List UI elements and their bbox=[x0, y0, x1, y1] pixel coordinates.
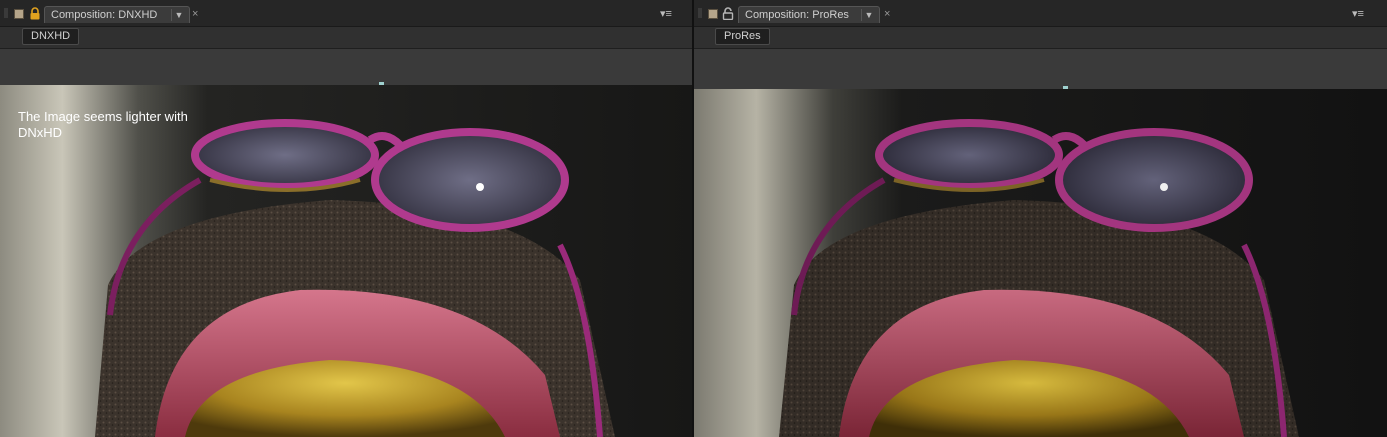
label-color-swatch[interactable] bbox=[14, 9, 24, 19]
panel-tab-bar: Composition: DNXHD ▼ × ▾≡ bbox=[0, 0, 692, 27]
comp-navigator-bar: ProRes bbox=[694, 27, 1387, 49]
close-icon[interactable]: × bbox=[884, 8, 890, 20]
comp-navigator-bar: DNXHD bbox=[0, 27, 692, 49]
composition-panel-dnxhd: Composition: DNXHD ▼ × ▾≡ DNXHD The Imag… bbox=[0, 0, 692, 437]
panel-tab-bar: Composition: ProRes ▼ × ▾≡ bbox=[694, 0, 1387, 27]
label-color-swatch[interactable] bbox=[708, 9, 718, 19]
unlock-icon[interactable] bbox=[722, 7, 734, 20]
panel-grip-icon[interactable] bbox=[698, 8, 702, 18]
comp-navigator-button[interactable]: ProRes bbox=[715, 28, 770, 45]
pasteboard bbox=[0, 49, 692, 87]
tab-dropdown-icon[interactable]: ▼ bbox=[171, 9, 186, 21]
frame-image bbox=[694, 89, 1387, 437]
panel-menu-icon[interactable]: ▾≡ bbox=[660, 9, 672, 20]
panel-menu-icon[interactable]: ▾≡ bbox=[1352, 9, 1364, 20]
tab-label: Composition: ProRes bbox=[745, 9, 849, 21]
annotation-text: The Image seems lighter with DNxHD bbox=[18, 109, 188, 140]
tab-dropdown-icon[interactable]: ▼ bbox=[861, 9, 876, 21]
composition-panel-prores: Composition: ProRes ▼ × ▾≡ ProRes bbox=[694, 0, 1387, 437]
lock-icon[interactable] bbox=[29, 7, 41, 20]
tab-composition-dnxhd[interactable]: Composition: DNXHD ▼ bbox=[44, 6, 190, 23]
composition-viewer[interactable] bbox=[694, 89, 1387, 437]
panel-grip-icon[interactable] bbox=[4, 8, 8, 18]
composition-viewer[interactable]: The Image seems lighter with DNxHD bbox=[0, 85, 692, 437]
comp-navigator-button[interactable]: DNXHD bbox=[22, 28, 80, 45]
pasteboard bbox=[694, 49, 1387, 91]
tab-label: Composition: DNXHD bbox=[51, 9, 158, 21]
tab-composition-prores[interactable]: Composition: ProRes ▼ bbox=[738, 6, 880, 23]
close-icon[interactable]: × bbox=[192, 8, 198, 20]
